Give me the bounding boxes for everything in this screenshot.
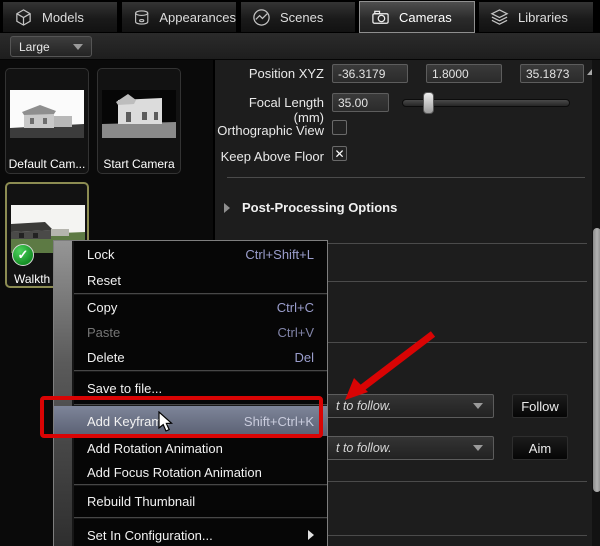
annotation-highlight-rectangle [40,396,323,438]
position-xyz-label: Position XYZ [215,66,324,81]
default-camera-thumbnail-image [10,90,84,138]
tab-models-label: Models [42,10,84,25]
vertical-scrollbar-thumb[interactable] [593,228,600,492]
chevron-down-icon [73,44,83,50]
tab-libraries[interactable]: Libraries [478,1,594,33]
menu-item-paste: Paste Ctrl+V [74,320,327,345]
tab-scenes-label: Scenes [280,10,323,25]
chevron-down-icon [473,445,483,451]
tab-appearances-label: Appearances [159,10,236,25]
thumbnail-size-value: Large [19,40,50,54]
secondary-toolbar: Large [0,33,600,60]
tab-appearances[interactable]: Appearances [121,1,237,33]
camera-icon [371,8,390,27]
orthographic-view-checkbox[interactable] [332,120,347,135]
menu-item-add-focus-rotation-animation[interactable]: Add Focus Rotation Animation [74,460,327,484]
camera-context-menu: Lock Ctrl+Shift+L Reset Copy Ctrl+C Past… [53,240,328,546]
layers-icon [490,8,509,27]
focal-length-slider-handle[interactable] [423,92,434,114]
context-menu-icon-gutter [54,241,72,546]
submenu-arrow-icon [308,530,314,540]
menu-item-copy[interactable]: Copy Ctrl+C [74,295,327,320]
menu-item-reset[interactable]: Reset [74,267,327,293]
tab-cameras[interactable]: Cameras [359,1,475,33]
shortcut-label: Ctrl+V [278,325,314,340]
orthographic-view-label: Orthographic View [215,123,324,138]
shortcut-label: Ctrl+C [277,300,314,315]
chevron-down-icon [473,403,483,409]
active-camera-check-badge: ✓ [12,244,34,266]
checkbox-x-mark: ✕ [334,148,344,160]
menu-item-add-rotation-animation[interactable]: Add Rotation Animation [74,436,327,460]
cube-icon [14,8,33,27]
position-x-input[interactable] [332,64,408,83]
shortcut-label: Ctrl+Shift+L [245,247,314,262]
tab-scenes[interactable]: Scenes [240,1,356,33]
tab-libraries-label: Libraries [518,10,568,25]
follow-button[interactable]: Follow [512,394,568,418]
focal-length-label: Focal Length (mm) [215,95,324,125]
menu-item-delete[interactable]: Delete Del [74,345,327,370]
keep-above-floor-label: Keep Above Floor [215,149,324,164]
scene-photo-icon [252,8,271,27]
tab-cameras-label: Cameras [399,10,452,25]
start-camera-thumbnail-image [102,90,176,138]
top-tab-bar: Models Appearances Scenes Cameras Librar… [0,0,600,33]
shortcut-label: Del [294,350,314,365]
cylinder-icon [133,8,150,27]
menu-item-rebuild-thumbnail[interactable]: Rebuild Thumbnail [74,486,327,517]
collapsed-arrow-icon[interactable] [224,203,230,213]
camera-tile-start[interactable]: Start Camera [97,68,181,174]
menu-item-set-in-configuration[interactable]: Set In Configuration... [74,519,327,546]
focal-length-input[interactable] [332,93,389,112]
position-z-input[interactable] [520,64,584,83]
camera-tile-default[interactable]: Default Cam... [5,68,89,174]
app-window: Models Appearances Scenes Cameras Librar… [0,0,600,546]
tab-models[interactable]: Models [2,1,118,33]
check-icon: ✓ [18,247,29,263]
camera-tile-label: Start Camera [98,157,180,171]
post-processing-header[interactable]: Post-Processing Options [242,200,397,215]
aim-button[interactable]: Aim [512,436,568,460]
section-divider [227,177,585,178]
camera-tile-label: Default Cam... [6,157,88,171]
menu-item-lock[interactable]: Lock Ctrl+Shift+L [74,241,327,267]
thumbnail-size-dropdown[interactable]: Large [10,36,92,57]
position-y-input[interactable] [426,64,502,83]
keep-above-floor-checkbox[interactable]: ✕ [332,146,347,161]
